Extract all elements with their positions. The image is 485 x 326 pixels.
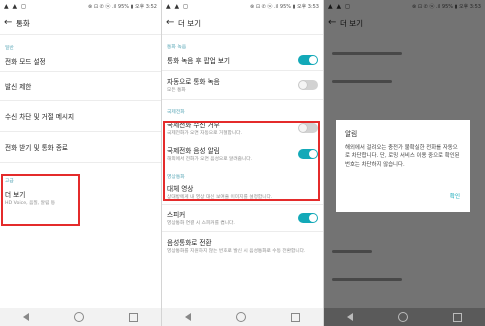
page-title: 더 보기: [178, 18, 202, 28]
item-label: 스피커: [167, 210, 186, 219]
menu-item-block-reject[interactable]: 수신 차단 및 거절 메시지: [0, 101, 161, 131]
nav-home-icon[interactable]: [397, 312, 408, 322]
item-label: 통화 녹음 후 팝업 보기: [167, 57, 230, 65]
dialog-message: 해외에서 걸려오는 충전가 불확실한 전화를 자동으로 차단합니다. 단, 로밍…: [345, 145, 460, 168]
more-settings-screen: ▲ ▲ ◻ ⊗ ⊡ ✆ ⓦ .il 95% ▮ 오후 3:53 ← 더 보기 통…: [162, 0, 323, 326]
auto-record-toggle[interactable]: [298, 80, 318, 90]
voice-to-video[interactable]: 음성통화로 전환 영상통화를 지원하지 않는 번호로 발신 시 음성통화로 수동…: [162, 232, 323, 260]
item-label: 자동으로 통화 녹음: [167, 77, 220, 86]
back-arrow-icon[interactable]: ←: [4, 18, 16, 28]
alert-dialog: 알림 해외에서 걸려오는 충전가 불확실한 전화를 자동으로 차단합니다. 단,…: [336, 120, 470, 212]
item-label: 발신 제한: [5, 83, 32, 91]
menu-item-outgoing-restriction[interactable]: 발신 제한: [0, 72, 161, 100]
nav-home-icon[interactable]: [73, 312, 84, 322]
item-sub: 모든 통화: [167, 87, 186, 93]
record-after-popup[interactable]: 통화 녹음 후 팝업 보기: [162, 50, 323, 70]
section-record: 통화 녹음: [167, 45, 187, 50]
nav-home-icon[interactable]: [235, 312, 246, 322]
menu-item-answer-end[interactable]: 전화 받기 및 통화 종료: [0, 132, 161, 162]
section-general: 일반: [5, 46, 14, 51]
item-sub: 영상통화를 지원하지 않는 번호로 발신 시 음성통화로 수동 전환합니다.: [167, 248, 306, 254]
nav-back-icon[interactable]: [22, 313, 29, 321]
highlight-box: [163, 121, 320, 201]
status-right: ⊗ ⊡ ✆ ⓦ .il 95% ▮ 오후 3:52: [88, 3, 157, 10]
status-icons: ▲ ▲ ◻: [166, 2, 190, 10]
nav-back-icon[interactable]: [346, 313, 353, 321]
item-sub: 영상통화 연결 시 스피커를 켭니다.: [167, 220, 235, 226]
auto-record[interactable]: 자동으로 통화 녹음 모든 통화: [162, 71, 323, 99]
section-international: 국제전화: [167, 110, 185, 115]
status-right: ⊗ ⊡ ✆ ⓦ .il 95% ▮ 오후 3:53: [250, 3, 319, 10]
alert-dialog-screen: ▲ ▲ ◻ ⊗ ⊡ ✆ ⓦ .il 95% ▮ 오후 3:53 ← 더 보기 알…: [324, 0, 485, 326]
app-bar: ← 통화: [0, 12, 161, 34]
call-settings-screen: ▲ ▲ ◻ ⊗ ⊡ ✆ ⓦ .il 95% ▮ 오후 3:52 ← 통화 일반 …: [0, 0, 161, 326]
nav-back-icon[interactable]: [184, 313, 191, 321]
nav-bar: [0, 308, 161, 326]
speaker[interactable]: 스피커 영상통화 연결 시 스피커를 켭니다.: [162, 205, 323, 231]
item-label: 전화 받기 및 통화 종료: [5, 144, 68, 152]
nav-bar: [162, 308, 323, 326]
status-icons: ▲ ▲ ◻: [4, 2, 28, 10]
nav-bar: [324, 308, 485, 326]
nav-recent-icon[interactable]: [291, 312, 301, 322]
back-arrow-icon[interactable]: ←: [166, 18, 178, 28]
item-label: 음성통화로 전환: [167, 238, 212, 247]
confirm-button[interactable]: 확인: [450, 192, 460, 200]
item-label: 전화 모드 설정: [5, 58, 46, 66]
speaker-toggle[interactable]: [298, 213, 318, 223]
status-bar: ▲ ▲ ◻ ⊗ ⊡ ✆ ⓦ .il 95% ▮ 오후 3:53: [162, 0, 323, 12]
status-bar: ▲ ▲ ◻ ⊗ ⊡ ✆ ⓦ .il 95% ▮ 오후 3:52: [0, 0, 161, 12]
page-title: 통화: [16, 18, 30, 28]
menu-item-phone-mode[interactable]: 전화 모드 설정: [0, 51, 161, 71]
record-popup-toggle[interactable]: [298, 55, 318, 65]
highlight-box: [1, 174, 80, 226]
nav-recent-icon[interactable]: [129, 312, 139, 322]
dialog-title: 알림: [345, 130, 358, 138]
app-bar: ← 더 보기: [162, 12, 323, 34]
nav-recent-icon[interactable]: [453, 312, 463, 322]
item-label: 수신 차단 및 거절 메시지: [5, 113, 75, 121]
